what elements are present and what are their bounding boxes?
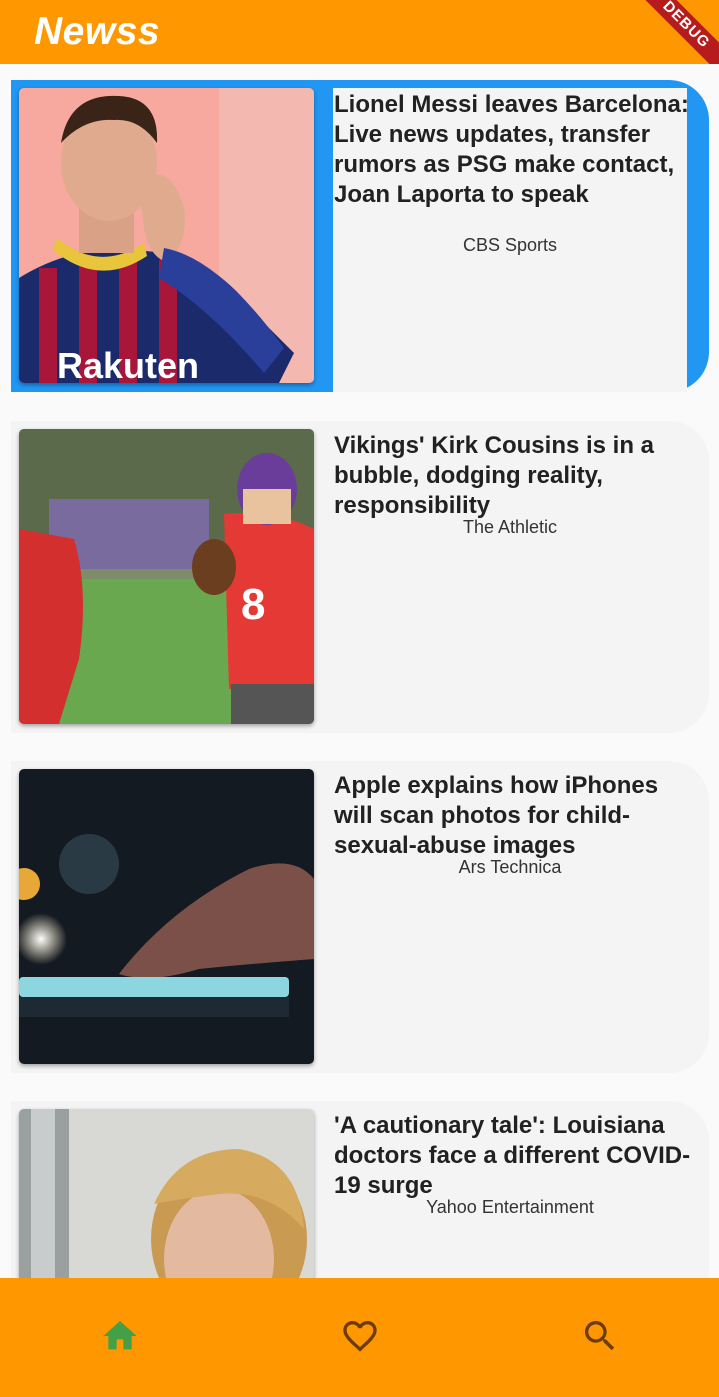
- heart-icon: [343, 1321, 377, 1352]
- svg-text:Rakuten: Rakuten: [57, 345, 199, 383]
- article-source: The Athletic: [462, 517, 558, 537]
- article-source: Ars Technica: [458, 857, 562, 877]
- article-card-2[interactable]: 8 Vikings' Kirk Cousins is in a bubble, …: [11, 421, 709, 733]
- app-title: Newss: [34, 10, 161, 53]
- article-thumbnail: 8: [19, 429, 314, 724]
- svg-text:8: 8: [241, 580, 265, 629]
- nav-home[interactable]: [100, 1316, 140, 1356]
- article-source: CBS Sports: [462, 235, 558, 255]
- article-card-1[interactable]: Rakuten Lionel Messi leaves Barcelona: L…: [11, 80, 709, 392]
- nav-search[interactable]: [580, 1316, 620, 1356]
- nav-favorites[interactable]: [340, 1316, 380, 1356]
- bottom-navigation: [0, 1278, 719, 1397]
- article-title: 'A cautionary tale': Louisiana doctors f…: [334, 1112, 691, 1199]
- article-source: Yahoo Entertainment: [426, 1197, 594, 1217]
- home-icon: [103, 1321, 137, 1350]
- article-title: Lionel Messi leaves Barcelona: Live news…: [334, 91, 689, 208]
- article-thumbnail: Rakuten: [19, 88, 314, 383]
- article-list[interactable]: Rakuten Lionel Messi leaves Barcelona: L…: [0, 64, 719, 1278]
- article-title: Apple explains how iPhones will scan pho…: [334, 772, 659, 859]
- debug-banner: DEBUG: [625, 0, 719, 64]
- app-bar: Newss DEBUG: [0, 0, 719, 64]
- search-icon: [585, 1321, 615, 1351]
- article-title: Vikings' Kirk Cousins is in a bubble, do…: [334, 432, 655, 519]
- article-thumbnail: [19, 1109, 314, 1278]
- article-card-3[interactable]: Apple explains how iPhones will scan pho…: [11, 761, 709, 1073]
- article-card-4[interactable]: 'A cautionary tale': Louisiana doctors f…: [11, 1101, 709, 1278]
- article-thumbnail: [19, 769, 314, 1064]
